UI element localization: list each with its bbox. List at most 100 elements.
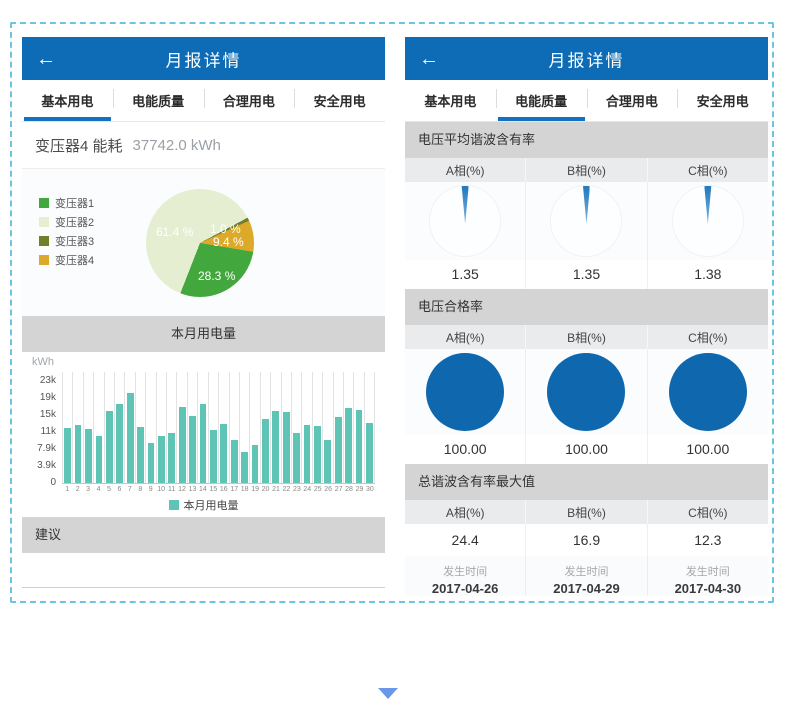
right-tab-2[interactable]: 电能质量 xyxy=(496,80,587,121)
bar-column-day-7 xyxy=(125,372,135,483)
right-screen-power-quality: ← 月报详情 基本用电电能质量合理用电安全用电 电压平均谐波含有率A相(%)B相… xyxy=(405,37,768,588)
phase-value: 100.00 xyxy=(648,435,768,464)
harmonic-gauge-chart xyxy=(550,185,622,257)
right-tab-3[interactable]: 合理用电 xyxy=(587,80,678,121)
bar-day-30 xyxy=(366,423,373,483)
page: ← 月报详情 基本用电电能质量合理用电安全用电 变压器4 能耗 37742.0 … xyxy=(0,0,787,720)
bar-chart-x-axis: 1234567891011121314151617181920212223242… xyxy=(62,484,375,496)
x-tick-label: 8 xyxy=(135,484,145,496)
x-tick-label: 7 xyxy=(125,484,135,496)
y-tick-label: 3.9k xyxy=(37,461,56,471)
x-tick-label: 3 xyxy=(83,484,93,496)
bar-chart-plot xyxy=(62,372,375,484)
phase-header: C相(%) xyxy=(648,500,768,524)
bar-day-11 xyxy=(168,433,175,483)
pie-slice-label: 1.0 % xyxy=(210,222,241,236)
qualified-rate-circle-chart xyxy=(669,353,747,431)
section-1-values: 1.351.351.38 xyxy=(405,260,768,289)
section-2-charts xyxy=(405,349,768,435)
chart-cell xyxy=(648,349,768,435)
bar-day-26 xyxy=(324,440,331,483)
left-tab-4[interactable]: 安全用电 xyxy=(294,80,385,121)
pie-slice-label: 28.3 % xyxy=(198,269,235,283)
bar-day-17 xyxy=(231,440,238,483)
occurrence-date-cell: 发生时间2017-04-29 xyxy=(526,556,647,596)
phase-value: 24.4 xyxy=(405,524,526,556)
y-tick-label: 19k xyxy=(40,393,56,403)
bar-column-day-9 xyxy=(146,372,156,483)
bar-column-day-10 xyxy=(157,372,167,483)
phase-value: 12.3 xyxy=(648,524,768,556)
x-tick-label: 26 xyxy=(323,484,333,496)
qualified-rate-circle-chart xyxy=(547,353,625,431)
legend-label: 变压器3 xyxy=(55,233,94,249)
x-tick-label: 4 xyxy=(93,484,103,496)
chart-cell xyxy=(526,349,647,435)
left-tab-2[interactable]: 电能质量 xyxy=(113,80,204,121)
legend-swatch xyxy=(39,255,49,265)
harmonic-gauge-chart xyxy=(429,185,501,257)
bar-day-19 xyxy=(252,445,259,483)
chart-cell xyxy=(648,182,768,260)
pie-legend-item: 变压器1 xyxy=(39,195,94,211)
occurrence-date-cell: 发生时间2017-04-26 xyxy=(405,556,526,596)
bar-column-day-5 xyxy=(105,372,115,483)
monthly-bar-chart: 23k19k15k11k7.9k3.9k0 xyxy=(22,372,375,484)
phase-header: A相(%) xyxy=(405,158,526,182)
phase-header: C相(%) xyxy=(648,158,768,182)
phase-header: A相(%) xyxy=(405,500,526,524)
x-tick-label: 22 xyxy=(281,484,291,496)
left-screen-basic-power: ← 月报详情 基本用电电能质量合理用电安全用电 变压器4 能耗 37742.0 … xyxy=(22,37,385,588)
bar-column-day-15 xyxy=(209,372,219,483)
section-2-phase-headers: A相(%)B相(%)C相(%) xyxy=(405,325,768,349)
bar-day-10 xyxy=(158,436,165,483)
bar-day-21 xyxy=(272,411,279,483)
chart-cell xyxy=(405,182,526,260)
pie-legend-item: 变压器3 xyxy=(39,233,94,249)
y-tick-label: 11k xyxy=(41,427,56,437)
bar-day-22 xyxy=(283,412,290,483)
pie-legend: 变压器1变压器2变压器3变压器4 xyxy=(39,195,94,271)
right-tab-bar: 基本用电电能质量合理用电安全用电 xyxy=(405,80,768,122)
left-tab-3[interactable]: 合理用电 xyxy=(204,80,295,121)
phase-value: 100.00 xyxy=(405,435,526,464)
bar-column-day-8 xyxy=(136,372,146,483)
x-tick-label: 25 xyxy=(313,484,323,496)
bar-column-day-11 xyxy=(167,372,177,483)
power-quality-sections: 电压平均谐波含有率A相(%)B相(%)C相(%)1.351.351.38电压合格… xyxy=(405,122,768,596)
transformer-energy-label: 变压器4 能耗 xyxy=(35,135,123,156)
x-tick-label: 24 xyxy=(302,484,312,496)
occurrence-time-label: 发生时间 xyxy=(648,563,768,579)
transformer-pie-chart-area: 变压器1变压器2变压器3变压器4 61.4 %1.0 %9.4 %28.3 % xyxy=(22,168,385,316)
section-3-phase-headers: A相(%)B相(%)C相(%) xyxy=(405,500,768,524)
bar-day-25 xyxy=(314,426,321,483)
bar-column-day-12 xyxy=(177,372,187,483)
x-tick-label: 11 xyxy=(166,484,176,496)
legend-label: 变压器1 xyxy=(55,195,94,211)
x-tick-label: 20 xyxy=(260,484,270,496)
phase-header: B相(%) xyxy=(526,500,647,524)
bar-day-24 xyxy=(304,425,311,483)
x-tick-label: 6 xyxy=(114,484,124,496)
bar-legend-label: 本月用电量 xyxy=(184,497,239,513)
left-tab-1[interactable]: 基本用电 xyxy=(22,80,113,121)
bar-day-13 xyxy=(189,416,196,483)
right-tab-4[interactable]: 安全用电 xyxy=(677,80,768,121)
bar-column-day-26 xyxy=(323,372,333,483)
phase-value: 1.35 xyxy=(526,260,647,289)
occurrence-date: 2017-04-30 xyxy=(648,581,768,596)
bar-column-day-6 xyxy=(115,372,125,483)
x-tick-label: 10 xyxy=(156,484,166,496)
gauge-needle-icon xyxy=(704,186,711,224)
phase-header: B相(%) xyxy=(526,325,647,349)
chart-cell xyxy=(405,349,526,435)
x-tick-label: 13 xyxy=(187,484,197,496)
section-band-2: 电压合格率 xyxy=(405,289,768,325)
phase-value: 1.38 xyxy=(648,260,768,289)
right-tab-1[interactable]: 基本用电 xyxy=(405,80,496,121)
occurrence-time-label: 发生时间 xyxy=(526,563,646,579)
pie-slice-label: 9.4 % xyxy=(213,235,244,249)
x-tick-label: 16 xyxy=(219,484,229,496)
bar-day-3 xyxy=(85,429,92,484)
chart-cell xyxy=(526,182,647,260)
